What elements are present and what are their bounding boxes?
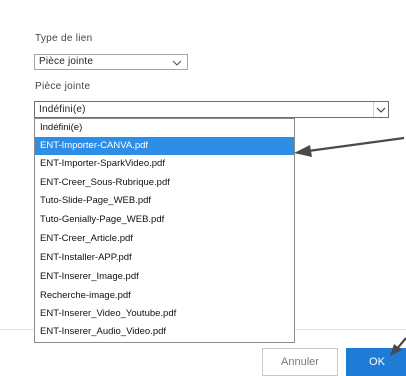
link-type-value: Pièce jointe xyxy=(39,56,94,67)
chevron-down-icon[interactable] xyxy=(373,102,388,117)
arrow-annotation-icon xyxy=(294,136,405,157)
dropdown-option[interactable]: Tuto-Genially-Page_WEB.pdf xyxy=(35,211,294,229)
link-type-label: Type de lien xyxy=(35,33,93,44)
dropdown-option[interactable]: Tuto-Slide-Page_WEB.pdf xyxy=(35,192,294,210)
attachment-value: Indéfini(e) xyxy=(39,104,86,115)
dropdown-option[interactable]: Recherche-image.pdf xyxy=(35,287,294,305)
dropdown-option[interactable]: ENT-Creer_Article.pdf xyxy=(35,230,294,248)
dropdown-option[interactable]: ENT-Importer-SparkVideo.pdf xyxy=(35,155,294,173)
attachment-select[interactable]: Indéfini(e) xyxy=(34,101,389,118)
arrow-annotation-icon xyxy=(390,337,406,356)
dropdown-option[interactable]: Indéfini(e) xyxy=(35,119,294,137)
dropdown-option[interactable]: ENT-Inserer_Audio_Video.pdf xyxy=(35,323,294,341)
dropdown-option[interactable]: ENT-Creer_Sous-Rubrique.pdf xyxy=(35,174,294,192)
link-type-select[interactable]: Pièce jointe xyxy=(34,54,188,70)
dropdown-option[interactable]: ENT-Inserer_Image.pdf xyxy=(35,268,294,286)
dropdown-option[interactable]: ENT-Inserer_Video_Youtube.pdf xyxy=(35,305,294,323)
attachment-dropdown-list[interactable]: Indéfini(e) ENT-Importer-CANVA.pdf ENT-I… xyxy=(34,118,295,343)
chevron-down-icon xyxy=(172,56,182,74)
attachment-label: Pièce jointe xyxy=(35,81,91,92)
dropdown-option[interactable]: ENT-Installer-APP.pdf xyxy=(35,249,294,267)
dropdown-option-selected[interactable]: ENT-Importer-CANVA.pdf xyxy=(35,137,294,155)
